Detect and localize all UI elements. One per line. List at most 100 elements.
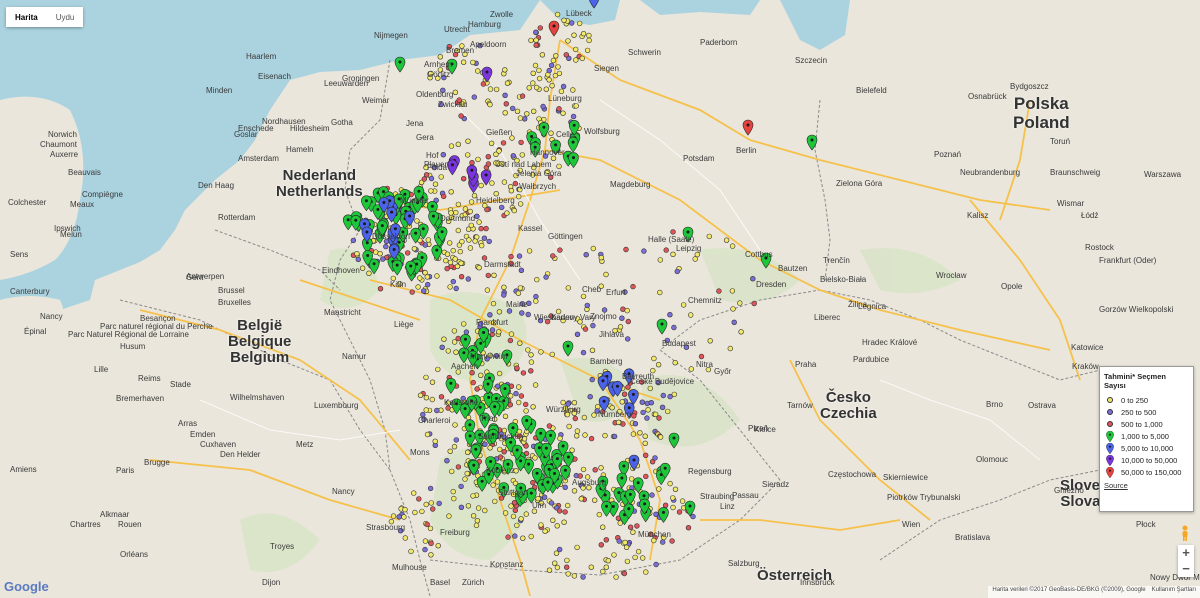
small-voter-marker[interactable] [485,272,491,279]
small-voter-marker[interactable] [563,52,569,58]
small-voter-marker[interactable] [657,434,664,440]
small-voter-marker[interactable] [470,513,477,519]
small-voter-marker[interactable] [514,522,520,529]
small-voter-marker[interactable] [588,564,594,570]
small-voter-marker[interactable] [451,444,458,450]
small-voter-marker[interactable] [586,37,592,44]
small-voter-marker[interactable] [467,245,474,251]
small-voter-marker[interactable] [452,89,459,96]
small-voter-marker[interactable] [737,300,743,306]
small-voter-marker[interactable] [430,506,436,512]
small-voter-marker[interactable] [643,569,649,575]
small-voter-marker[interactable] [727,345,733,352]
small-voter-marker[interactable] [657,289,663,296]
small-voter-marker[interactable] [630,283,636,290]
small-voter-marker[interactable] [453,285,459,292]
small-voter-marker[interactable] [494,479,501,485]
small-voter-marker[interactable] [425,281,431,288]
small-voter-marker[interactable] [580,349,587,356]
small-voter-marker[interactable] [422,242,428,248]
small-voter-marker[interactable] [508,253,514,260]
small-voter-marker[interactable] [463,329,470,335]
small-voter-marker[interactable] [538,349,544,355]
small-voter-marker[interactable] [561,519,567,525]
small-voter-marker[interactable] [533,42,539,48]
small-voter-marker[interactable] [530,80,536,86]
small-voter-marker[interactable] [443,257,449,264]
small-voter-marker[interactable] [499,204,505,211]
small-voter-marker[interactable] [435,366,441,373]
small-voter-marker[interactable] [478,225,484,232]
small-voter-marker[interactable] [534,276,540,283]
small-voter-marker[interactable] [423,395,430,401]
small-voter-marker[interactable] [422,546,428,553]
small-voter-marker[interactable] [615,419,622,425]
small-voter-marker[interactable] [484,287,491,293]
small-voter-marker[interactable] [542,528,548,534]
small-voter-marker[interactable] [350,237,357,244]
small-voter-marker[interactable] [450,247,456,254]
small-voter-marker[interactable] [583,252,589,258]
small-voter-marker[interactable] [598,542,604,548]
small-voter-marker[interactable] [530,479,536,486]
small-voter-marker[interactable] [651,355,657,362]
small-voter-marker[interactable] [519,93,526,99]
small-voter-marker[interactable] [584,302,590,309]
small-voter-marker[interactable] [603,271,609,278]
small-voter-marker[interactable] [619,399,625,405]
small-voter-marker[interactable] [576,20,583,27]
small-voter-marker[interactable] [574,331,581,337]
small-voter-marker[interactable] [564,557,570,564]
small-voter-marker[interactable] [522,401,529,408]
small-voter-marker[interactable] [491,272,497,278]
small-voter-marker[interactable] [563,564,570,570]
small-voter-marker[interactable] [591,497,598,503]
small-voter-marker[interactable] [670,251,676,258]
small-voter-marker[interactable] [505,534,511,540]
small-voter-marker[interactable] [657,257,663,263]
small-voter-marker[interactable] [632,421,639,427]
small-voter-marker[interactable] [514,365,520,371]
small-voter-marker[interactable] [515,290,522,296]
small-voter-marker[interactable] [556,70,563,77]
small-voter-marker[interactable] [528,533,534,540]
small-voter-marker[interactable] [444,458,450,464]
small-voter-marker[interactable] [446,513,452,519]
small-voter-marker[interactable] [511,207,517,214]
small-voter-marker[interactable] [503,101,509,107]
small-voter-marker[interactable] [573,103,579,109]
small-voter-marker[interactable] [533,293,539,300]
small-voter-marker[interactable] [639,399,645,405]
small-voter-marker[interactable] [485,161,492,167]
zoom-in-button[interactable]: + [1178,545,1194,561]
small-voter-marker[interactable] [572,415,578,422]
street-view-pegman-icon[interactable] [1179,525,1191,541]
small-voter-marker[interactable] [518,516,524,522]
small-voter-marker[interactable] [565,38,571,44]
small-voter-marker[interactable] [449,468,455,475]
small-voter-marker[interactable] [533,84,540,91]
small-voter-marker[interactable] [561,17,567,23]
small-voter-marker[interactable] [502,67,508,73]
small-voter-marker[interactable] [483,225,489,232]
small-voter-marker[interactable] [489,180,495,186]
small-voter-marker[interactable] [564,502,571,509]
small-voter-marker[interactable] [716,288,722,294]
small-voter-marker[interactable] [619,315,625,321]
small-voter-marker[interactable] [674,268,680,275]
small-voter-marker[interactable] [553,53,559,59]
small-voter-marker[interactable] [471,94,477,100]
small-voter-marker[interactable] [571,488,578,494]
zoom-out-button[interactable]: − [1178,561,1194,577]
small-voter-marker[interactable] [453,349,459,355]
small-voter-marker[interactable] [562,484,568,490]
small-voter-marker[interactable] [462,476,468,482]
legend-source-link[interactable]: Source [1104,481,1189,490]
small-voter-marker[interactable] [540,103,546,110]
small-voter-marker[interactable] [670,504,676,511]
small-voter-marker[interactable] [680,302,687,308]
small-voter-marker[interactable] [550,253,556,259]
small-voter-marker[interactable] [600,568,606,575]
small-voter-marker[interactable] [462,206,469,212]
small-voter-marker[interactable] [546,423,553,429]
